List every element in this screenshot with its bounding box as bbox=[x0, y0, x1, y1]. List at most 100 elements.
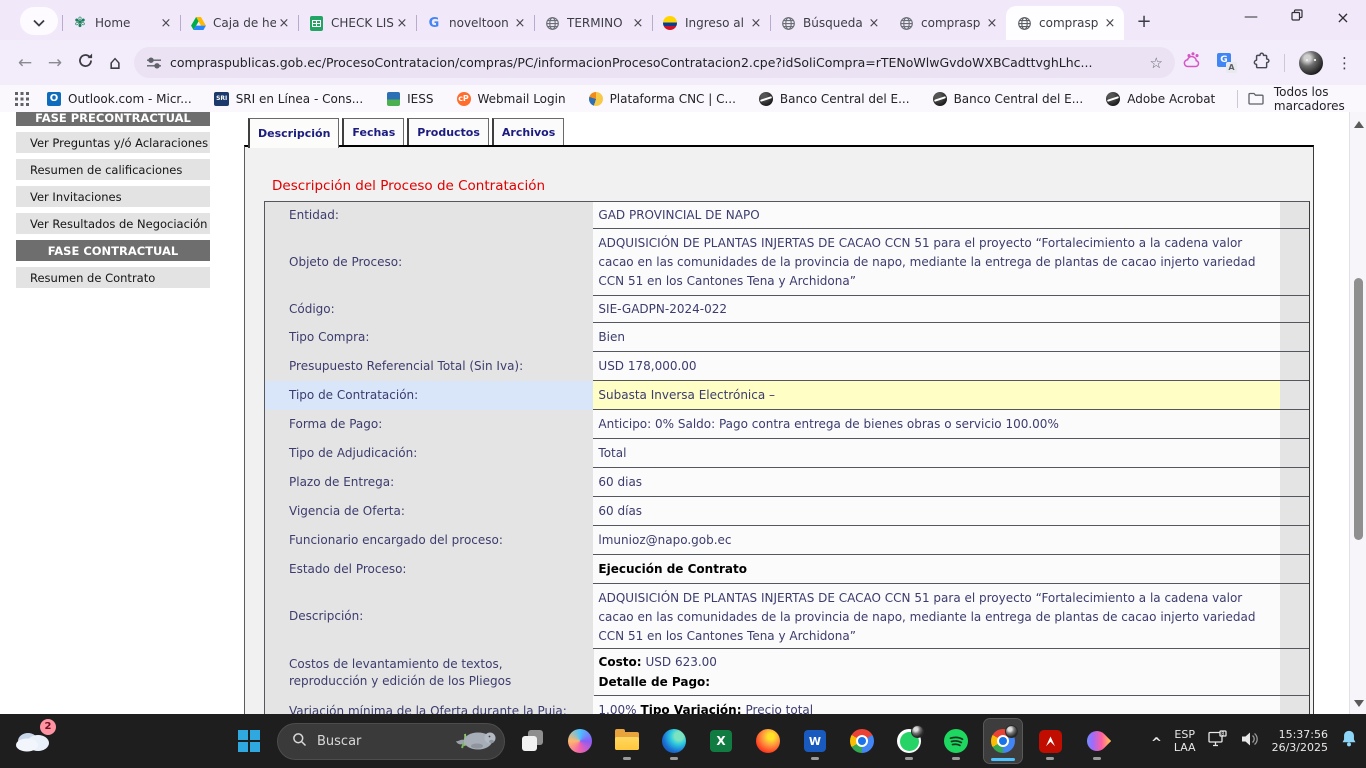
row-value: 60 días bbox=[593, 497, 1280, 526]
sidebar-item-calificaciones[interactable]: Resumen de calificaciones bbox=[16, 159, 210, 180]
menu-dots-icon[interactable]: ⋮ bbox=[1337, 54, 1352, 72]
minimize-icon[interactable]: — bbox=[1228, 9, 1274, 25]
tab-productos[interactable]: Productos bbox=[407, 118, 489, 145]
variacion-pct: 1.00% bbox=[598, 701, 636, 714]
forward-icon[interactable]: → bbox=[40, 53, 70, 73]
tray-chevron-icon[interactable]: ^ bbox=[1151, 736, 1162, 751]
chrome-active-button[interactable] bbox=[984, 719, 1022, 763]
costo-line: Costo:USD 623.00 bbox=[599, 652, 717, 672]
reload-icon[interactable] bbox=[70, 52, 100, 74]
scroll-up-icon[interactable] bbox=[1354, 121, 1364, 128]
browser-tab-ingreso[interactable]: Ingreso al × bbox=[652, 6, 770, 40]
tab-fechas[interactable]: Fechas bbox=[342, 118, 404, 145]
close-icon[interactable]: × bbox=[866, 16, 882, 31]
file-explorer-button[interactable] bbox=[608, 719, 646, 763]
close-icon[interactable]: × bbox=[1102, 16, 1118, 31]
restore-icon[interactable] bbox=[1274, 9, 1320, 25]
sidebar-item-resumen-contrato[interactable]: Resumen de Contrato bbox=[16, 267, 210, 288]
bookmark-acrobat[interactable]: Adobe Acrobat bbox=[1105, 91, 1215, 107]
browser-tab-home[interactable]: ✾ Home × bbox=[62, 6, 180, 40]
weather-widget[interactable]: 2 bbox=[14, 725, 54, 759]
start-button[interactable] bbox=[230, 719, 268, 763]
scrollbar-thumb[interactable] bbox=[1354, 278, 1363, 540]
edge-button[interactable] bbox=[655, 719, 693, 763]
whatsapp-button[interactable] bbox=[890, 719, 928, 763]
bookmark-star-icon[interactable]: ☆ bbox=[1150, 54, 1163, 72]
bookmark-cnc[interactable]: Plataforma CNC | C... bbox=[588, 91, 736, 107]
sidebar-item-invitaciones[interactable]: Ver Invitaciones bbox=[16, 186, 210, 207]
new-tab-button[interactable]: + bbox=[1130, 7, 1158, 35]
home-icon[interactable]: ⌂ bbox=[100, 52, 130, 74]
close-icon[interactable]: × bbox=[158, 16, 174, 31]
extensions-puzzle-icon[interactable] bbox=[1251, 52, 1270, 74]
table-row-descripcion: Descripción: ADQUISICIÓN DE PLANTAS INJE… bbox=[265, 584, 1309, 649]
tab-descripcion[interactable]: Descripción bbox=[248, 118, 339, 148]
close-icon[interactable]: × bbox=[394, 16, 410, 31]
close-icon[interactable]: × bbox=[984, 16, 1000, 31]
tab-archivos[interactable]: Archivos bbox=[492, 118, 564, 145]
apps-grid-icon[interactable] bbox=[14, 91, 30, 107]
firefox-button[interactable] bbox=[749, 719, 787, 763]
drop-icon bbox=[1083, 727, 1111, 755]
close-icon[interactable]: × bbox=[748, 16, 764, 31]
volume-icon[interactable] bbox=[1241, 731, 1260, 751]
acrobat-button[interactable] bbox=[1031, 719, 1069, 763]
url-text[interactable]: compraspublicas.gob.ec/ProcesoContrataci… bbox=[170, 55, 1142, 70]
browser-tab-noveltoon[interactable]: G noveltoon × bbox=[416, 6, 534, 40]
browser-tab-comprasp-active[interactable]: comprasp × bbox=[1006, 6, 1124, 40]
chrome-button[interactable] bbox=[843, 719, 881, 763]
detalle-line: Detalle de Pago: bbox=[599, 672, 711, 692]
task-view-button[interactable] bbox=[514, 719, 552, 763]
google-drive-icon bbox=[190, 15, 206, 31]
bookmark-bce-1[interactable]: Banco Central del E... bbox=[758, 91, 910, 107]
bookmark-outlook[interactable]: OOutlook.com - Micr... bbox=[46, 91, 192, 107]
site-settings-icon[interactable] bbox=[146, 56, 162, 70]
tab-search-button[interactable] bbox=[20, 7, 58, 35]
address-bar[interactable]: compraspublicas.gob.ec/ProcesoContrataci… bbox=[134, 47, 1175, 78]
browser-tab-checklist[interactable]: CHECK LIS × bbox=[298, 6, 416, 40]
copilot-button[interactable] bbox=[561, 719, 599, 763]
scroll-down-icon[interactable] bbox=[1354, 700, 1364, 707]
all-bookmarks[interactable]: Todos los marcadores bbox=[1237, 85, 1352, 113]
bookmark-webmail[interactable]: cPWebmail Login bbox=[456, 91, 566, 107]
paint-drop-button[interactable] bbox=[1078, 719, 1116, 763]
bookmark-iess[interactable]: IESS bbox=[385, 91, 433, 107]
profile-avatar[interactable] bbox=[1299, 51, 1323, 75]
sidebar-item-preguntas[interactable]: Ver Preguntas y/ó Aclaraciones bbox=[16, 132, 210, 153]
network-icon[interactable]: 8 bbox=[1208, 730, 1229, 752]
row-filler bbox=[1280, 584, 1309, 649]
close-icon[interactable]: × bbox=[512, 16, 528, 31]
detalle-label: Detalle de Pago: bbox=[599, 675, 711, 689]
translate-icon[interactable]: G A bbox=[1217, 53, 1237, 73]
browser-tab-strip: ✾ Home × Caja de he × CHECK LIS × G nove… bbox=[0, 0, 1366, 40]
process-tabs: Descripción Fechas Productos Archivos bbox=[248, 118, 564, 148]
close-icon[interactable]: × bbox=[276, 16, 292, 31]
avatar-badge bbox=[1005, 725, 1018, 738]
dark-globe-icon bbox=[932, 91, 948, 107]
keyboard-language[interactable]: ESPLAA bbox=[1174, 728, 1196, 754]
process-detail-table: Entidad: GAD PROVINCIAL DE NAPO Objeto d… bbox=[264, 201, 1310, 714]
table-row-funcionario: Funcionario encargado del proceso: lmuni… bbox=[265, 526, 1309, 555]
close-window-icon[interactable]: × bbox=[1320, 8, 1366, 27]
sidebar-item-negociacion[interactable]: Ver Resultados de Negociación bbox=[16, 213, 210, 234]
close-icon[interactable]: × bbox=[630, 16, 646, 31]
bookmark-sri[interactable]: SRISRI en Línea - Cons... bbox=[214, 91, 363, 107]
page-scrollbar[interactable] bbox=[1349, 112, 1366, 714]
edge-icon bbox=[662, 729, 686, 753]
bookmark-bce-2[interactable]: Banco Central del E... bbox=[932, 91, 1084, 107]
ecuador-emblem-icon bbox=[662, 15, 678, 31]
notification-bell-icon[interactable] bbox=[1340, 729, 1358, 753]
taskbar-search[interactable]: Buscar bbox=[277, 723, 505, 760]
browser-tab-termino[interactable]: TERMINO × bbox=[534, 6, 652, 40]
dark-globe-icon bbox=[758, 91, 774, 107]
browser-tab-comprasp-1[interactable]: comprasp × bbox=[888, 6, 1006, 40]
browser-tab-busqueda[interactable]: Búsqueda × bbox=[770, 6, 888, 40]
spotify-button[interactable] bbox=[937, 719, 975, 763]
ai-cloud-extension-icon[interactable] bbox=[1183, 52, 1203, 74]
excel-button[interactable]: X bbox=[702, 719, 740, 763]
back-icon[interactable]: ← bbox=[10, 53, 40, 73]
word-button[interactable]: W bbox=[796, 719, 834, 763]
browser-tab-drive[interactable]: Caja de he × bbox=[180, 6, 298, 40]
clock[interactable]: 15:37:5626/3/2025 bbox=[1272, 728, 1328, 754]
row-value: Bien bbox=[593, 323, 1280, 352]
